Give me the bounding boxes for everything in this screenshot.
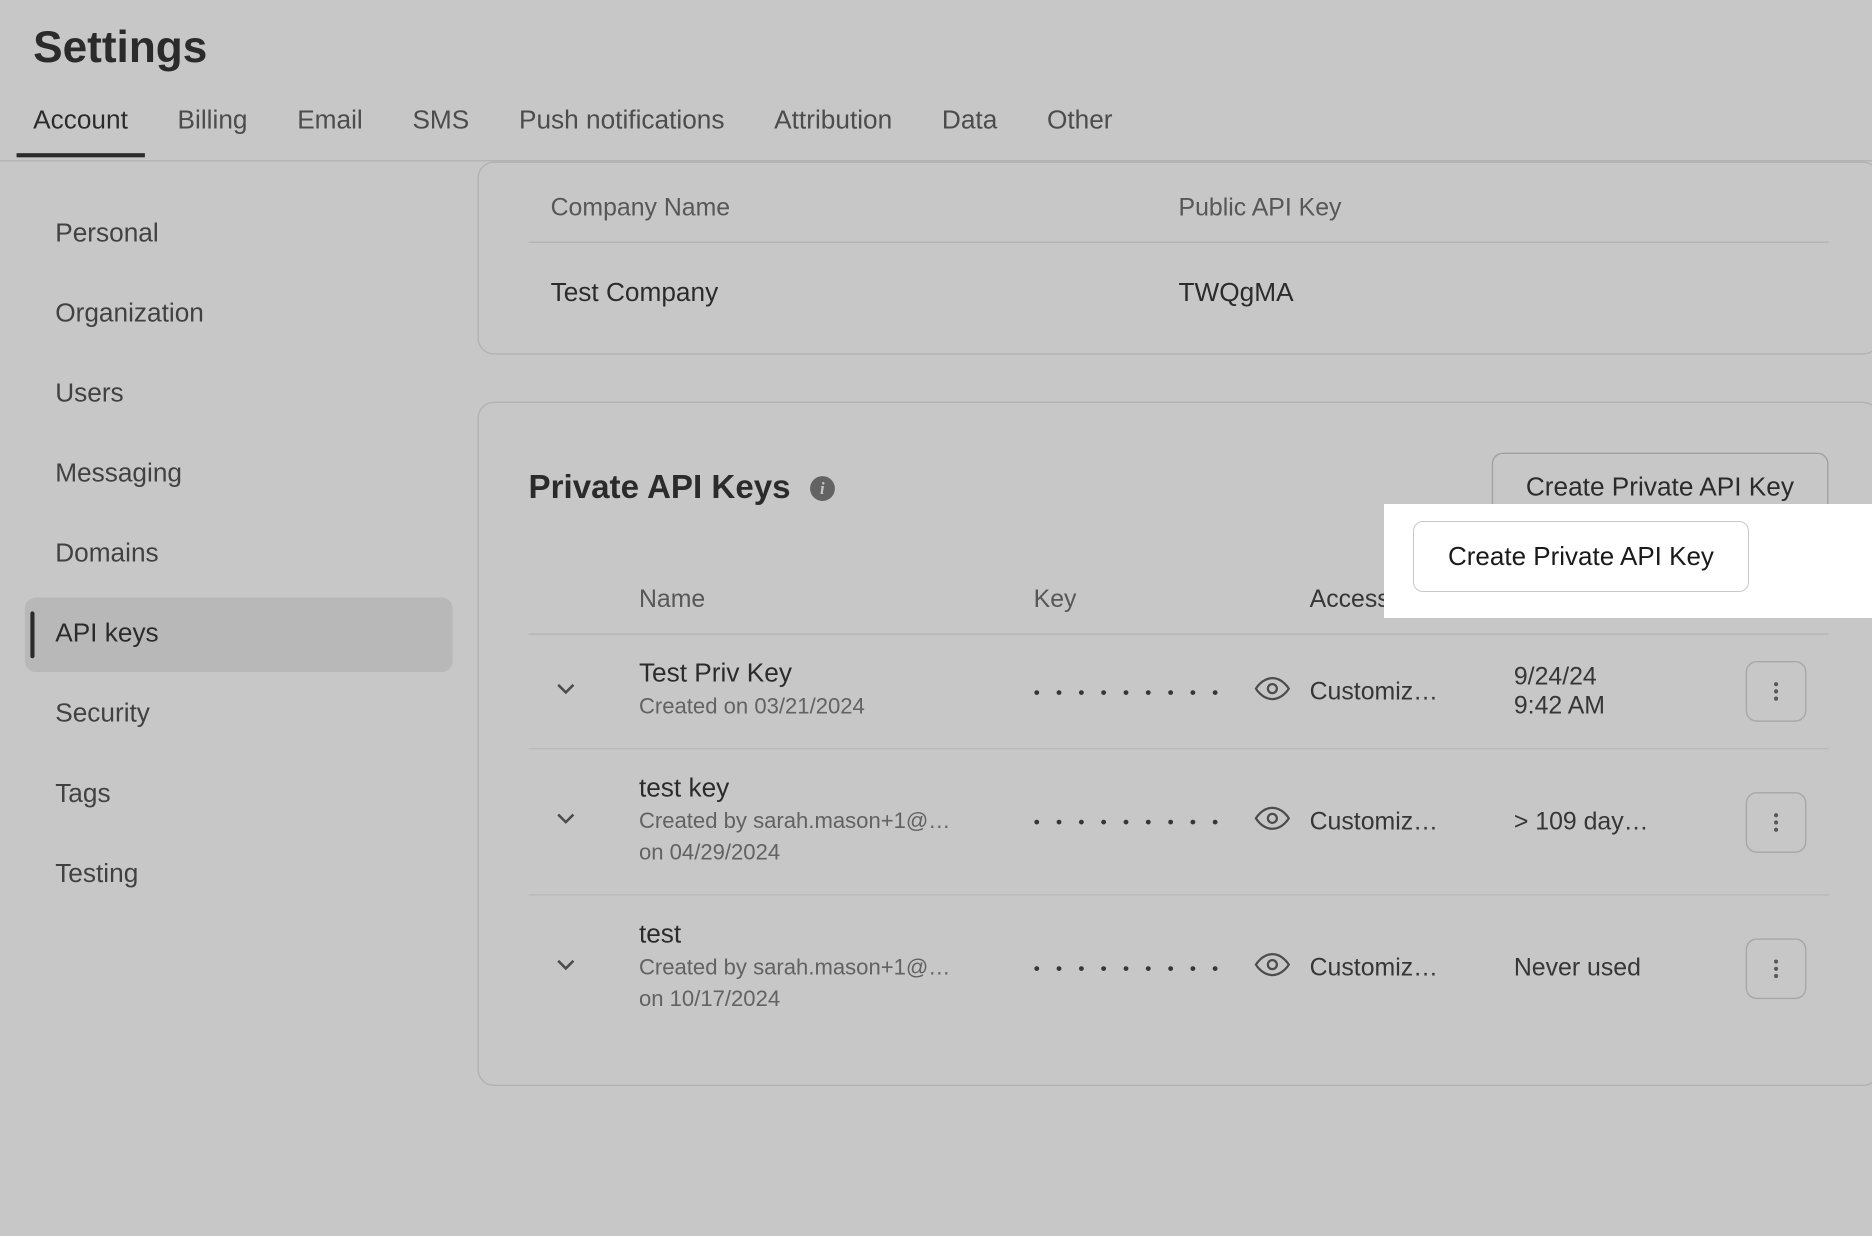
- sidebar-item-apikeys[interactable]: API keys: [25, 598, 453, 673]
- public-api-card: Company Name Public API Key Test Company…: [477, 161, 1872, 354]
- chevron-down-icon[interactable]: [551, 950, 581, 987]
- last-used-line1: > 109 day…: [1514, 808, 1718, 837]
- table-row: test key Created by sarah.mason+1@… on 0…: [529, 750, 1829, 896]
- access-value: Customiz…: [1310, 808, 1514, 837]
- api-key-name: Test Priv Key: [639, 660, 1017, 690]
- sidebar-item-security[interactable]: Security: [25, 678, 453, 753]
- sidebar-item-domains[interactable]: Domains: [25, 518, 453, 593]
- sidebar-item-users[interactable]: Users: [25, 357, 453, 432]
- chevron-down-icon[interactable]: [551, 673, 581, 710]
- sidebar-item-personal[interactable]: Personal: [25, 197, 453, 272]
- api-key-name: test key: [639, 775, 1017, 805]
- private-keys-title: Private API Keys: [529, 469, 791, 508]
- table-row: test Created by sarah.mason+1@… on 10/17…: [529, 896, 1829, 1041]
- sidebar-item-tags[interactable]: Tags: [25, 758, 453, 833]
- settings-tabs: Account Billing Email SMS Push notificat…: [0, 95, 1872, 161]
- col-header-name: Name: [639, 585, 1034, 614]
- info-icon[interactable]: i: [810, 476, 835, 501]
- tab-push[interactable]: Push notifications: [519, 95, 725, 156]
- tab-data[interactable]: Data: [942, 95, 997, 156]
- tab-billing[interactable]: Billing: [178, 95, 248, 156]
- access-value: Customiz…: [1310, 677, 1514, 706]
- masked-key: • • • • • • • • •: [1034, 958, 1224, 979]
- masked-key: • • • • • • • • •: [1034, 681, 1224, 702]
- col-header-public-key: Public API Key: [1179, 193, 1807, 222]
- access-value: Customiz…: [1310, 954, 1514, 983]
- masked-key: • • • • • • • • •: [1034, 812, 1224, 833]
- table-row: Test Priv Key Created on 03/21/2024 • • …: [529, 635, 1829, 750]
- api-key-meta: Created by sarah.mason+1@…: [639, 954, 1017, 985]
- eye-icon[interactable]: [1254, 801, 1290, 844]
- row-actions-button[interactable]: [1746, 792, 1807, 853]
- col-header-company: Company Name: [551, 193, 1179, 222]
- create-private-api-key-button[interactable]: Create Private API Key: [1491, 453, 1828, 525]
- last-used-line2: 9:42 AM: [1514, 692, 1718, 721]
- settings-sidebar: Personal Organization Users Messaging Do…: [0, 161, 477, 1160]
- row-actions-button[interactable]: [1746, 661, 1807, 722]
- last-used-line1: Never used: [1514, 954, 1718, 983]
- private-api-card: Private API Keys i Create Private API Ke…: [477, 402, 1872, 1086]
- tab-email[interactable]: Email: [297, 95, 363, 156]
- company-name-value: Test Company: [551, 279, 1179, 309]
- last-used-line1: 9/24/24: [1514, 663, 1718, 692]
- tab-sms[interactable]: SMS: [412, 95, 469, 156]
- eye-icon[interactable]: [1254, 947, 1290, 990]
- tab-attribution[interactable]: Attribution: [774, 95, 892, 156]
- sidebar-item-organization[interactable]: Organization: [25, 277, 453, 352]
- api-key-meta: Created on 03/21/2024: [639, 693, 1017, 724]
- chevron-down-icon[interactable]: [551, 804, 581, 841]
- sidebar-item-testing[interactable]: Testing: [25, 838, 453, 913]
- row-actions-button[interactable]: [1746, 938, 1807, 999]
- eye-icon[interactable]: [1254, 670, 1290, 713]
- api-key-meta-line2: on 10/17/2024: [639, 985, 1017, 1016]
- tab-other[interactable]: Other: [1047, 95, 1113, 156]
- api-key-meta-line2: on 04/29/2024: [639, 839, 1017, 870]
- page-title: Settings: [0, 0, 1872, 95]
- api-key-name: test: [639, 921, 1017, 951]
- create-private-api-key-button-highlight[interactable]: Create Private API Key: [1413, 521, 1749, 592]
- public-api-key-value: TWQgMA: [1179, 279, 1807, 309]
- tab-account[interactable]: Account: [33, 95, 128, 156]
- col-header-key: Key: [1034, 585, 1310, 614]
- sidebar-item-messaging[interactable]: Messaging: [25, 437, 453, 512]
- api-key-meta: Created by sarah.mason+1@…: [639, 808, 1017, 839]
